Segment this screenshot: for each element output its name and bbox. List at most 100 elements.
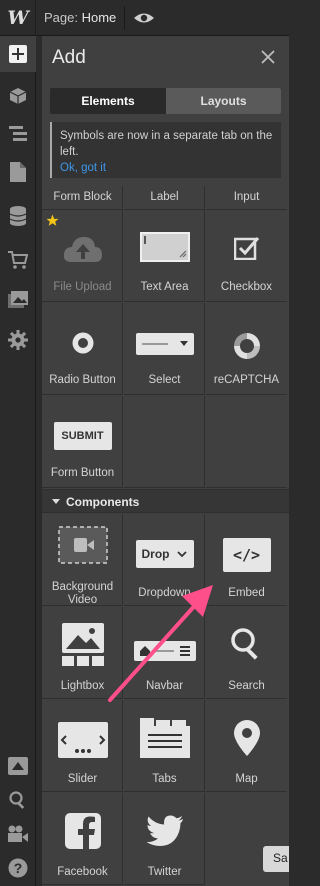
lightbox-icon [61,623,104,666]
left-toolbar: ? [0,36,36,886]
search-icon [230,628,258,660]
element-label: Lightbox [60,680,105,692]
element-recaptcha[interactable]: reCAPTCHA [206,303,287,395]
cms-button[interactable] [0,198,36,234]
panel-title: Add [52,47,86,68]
webflow-logo[interactable]: W [0,0,36,36]
radio-icon [72,332,93,354]
component-slider[interactable]: Slider [42,700,123,792]
element-label: reCAPTCHA [213,374,280,386]
element-label: Background [51,581,114,593]
map-pin-icon [233,720,260,756]
ecommerce-button[interactable] [0,242,36,278]
search-icon [9,791,25,809]
tab-elements[interactable]: Elements [52,90,164,112]
element-label: Facebook [57,866,108,878]
top-bar: W Page: Home [0,0,289,36]
component-navbar[interactable]: Navbar [124,607,205,699]
element-label: Input [233,191,260,203]
eye-icon[interactable] [131,8,157,28]
element-file-upload[interactable]: File Upload [42,210,123,302]
assets-icon [8,291,28,308]
page-prefix: Page: [44,10,78,25]
box-icon [9,88,27,104]
embed-icon: </> [222,538,271,572]
element-label: Video [67,594,98,606]
element-form-block[interactable]: Form Block [42,186,123,210]
assets-button[interactable] [0,282,36,318]
cloud-upload-icon [63,237,102,262]
element-label: File Upload [53,281,112,293]
element-input[interactable]: Input [206,186,287,210]
notice-text: Symbols are now in a separate tab on the… [60,130,273,158]
element-label: Radio Button [49,374,116,386]
notice-dismiss-link[interactable]: Ok, got it [60,160,273,176]
element-label: Text Area [140,281,189,293]
component-map[interactable]: Map [206,700,287,792]
symbols-notice: Symbols are now in a separate tab on the… [50,122,281,178]
audit-button[interactable] [0,748,36,784]
background-video-icon [57,526,108,564]
empty-cell [206,396,287,488]
save-button[interactable]: Sa [263,846,289,872]
search-button[interactable] [0,782,36,818]
element-label: Form Block [53,191,112,203]
dropdown-icon: Drop [135,540,194,568]
element-label: Form Button [50,467,115,479]
navbar-icon [133,641,196,661]
section-title: Components [66,495,140,509]
element-label: Tabs [152,773,177,785]
element-radio-button[interactable]: Radio Button [42,303,123,395]
help-button[interactable]: ? [0,850,36,886]
element-form-button[interactable]: SUBMIT Form Button [42,396,123,488]
element-text-area[interactable]: Text Area [124,210,205,302]
star-icon [46,214,59,226]
component-search[interactable]: Search [206,607,287,699]
element-label: Slider [67,773,98,785]
pages-icon [10,162,26,182]
navigator-button[interactable] [0,116,36,152]
close-icon[interactable] [260,49,276,65]
select-icon [135,333,194,355]
dropdown-icon-text: Drop [141,547,170,561]
cart-icon [8,251,28,269]
empty-cell [124,396,205,488]
facebook-icon [64,813,101,849]
video-icon [8,825,28,842]
component-embed[interactable]: </> Embed [206,514,287,606]
component-twitter[interactable]: Twitter [124,793,205,885]
divider [124,6,125,30]
settings-icon [8,330,28,350]
element-label: Search [228,680,265,692]
chevron-down-icon [176,551,187,558]
element-label: Navbar [145,680,184,692]
component-tabs[interactable]: Tabs [124,700,205,792]
component-lightbox[interactable]: Lightbox [42,607,123,699]
textarea-icon [139,232,190,262]
symbols-button[interactable] [0,78,36,114]
pages-button[interactable] [0,154,36,190]
page-selector[interactable]: Page: Home [44,10,116,25]
element-select[interactable]: Select [124,303,205,395]
tabs-icon [139,718,190,758]
tab-layouts[interactable]: Layouts [166,88,281,114]
svg-text:?: ? [14,860,23,876]
database-icon [9,206,27,226]
slider-icon [57,722,108,758]
add-panel-button[interactable] [0,36,36,72]
audit-icon [8,757,28,775]
page-name: Home [81,10,117,25]
submit-icon: SUBMIT [53,422,112,450]
video-tutorial-button[interactable] [0,816,36,852]
component-dropdown[interactable]: Drop Dropdown [124,514,205,606]
element-checkbox[interactable]: Checkbox [206,210,287,302]
settings-button[interactable] [0,322,36,358]
help-icon: ? [8,858,28,878]
element-label-field[interactable]: Label [124,186,205,210]
component-facebook[interactable]: Facebook [42,793,123,885]
element-label: Map [235,773,258,785]
components-section-header[interactable]: Components [42,489,289,513]
panel-header: Add [42,36,289,80]
component-background-video[interactable]: Background Video [42,514,123,606]
element-label: Twitter [147,866,182,878]
